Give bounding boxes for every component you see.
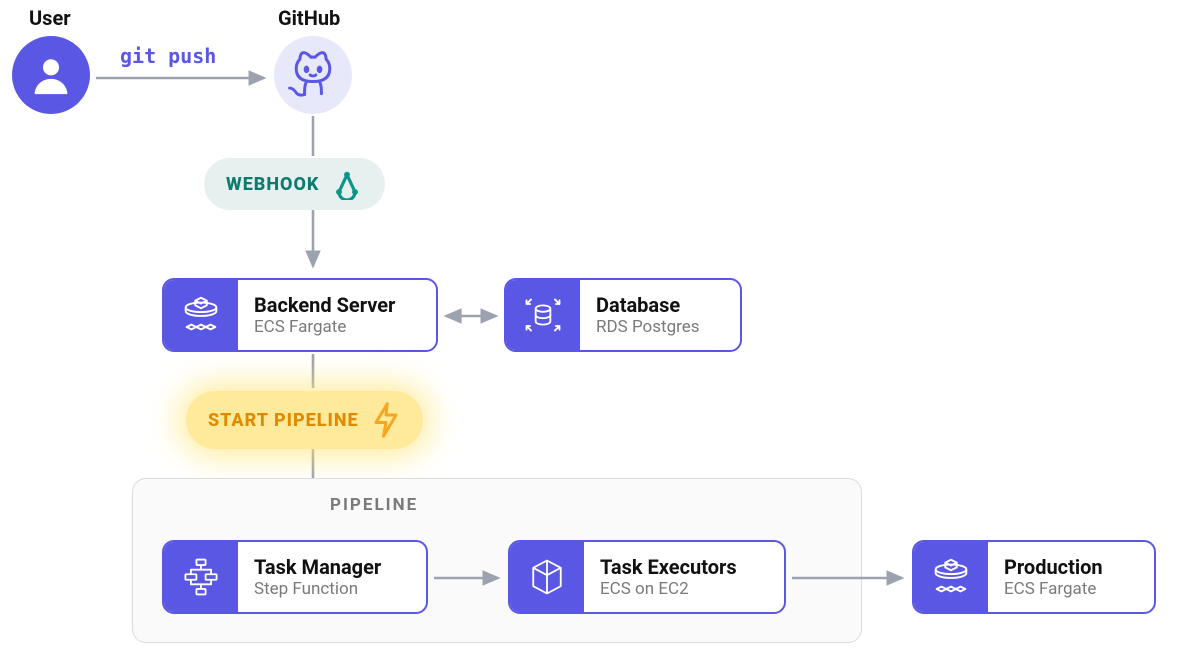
git-push-label: git push bbox=[120, 44, 216, 68]
backend-server-card: Backend Server ECS Fargate bbox=[162, 278, 438, 352]
user-icon bbox=[28, 52, 74, 98]
backend-title: Backend Server bbox=[254, 293, 395, 317]
database-card: Database RDS Postgres bbox=[504, 278, 742, 352]
backend-subtitle: ECS Fargate bbox=[254, 317, 395, 337]
task-manager-subtitle: Step Function bbox=[254, 579, 381, 599]
user-label: User bbox=[29, 6, 71, 30]
github-avatar bbox=[274, 36, 352, 114]
webhook-pill: WEBHOOK bbox=[204, 158, 385, 210]
task-manager-title: Task Manager bbox=[254, 555, 381, 579]
rds-icon bbox=[521, 293, 565, 337]
database-subtitle: RDS Postgres bbox=[596, 317, 700, 337]
step-function-icon bbox=[179, 555, 223, 599]
bolt-icon bbox=[371, 401, 401, 439]
task-executors-subtitle: ECS on EC2 bbox=[600, 579, 737, 599]
production-card: Production ECS Fargate bbox=[912, 540, 1156, 614]
start-pipeline-label: START PIPELINE bbox=[208, 410, 359, 431]
ecs-fargate-icon bbox=[178, 292, 224, 338]
user-avatar bbox=[12, 36, 90, 114]
database-title: Database bbox=[596, 293, 700, 317]
task-executors-title: Task Executors bbox=[600, 555, 737, 579]
pipeline-group-label: PIPELINE bbox=[330, 495, 418, 515]
webhook-icon bbox=[331, 168, 363, 200]
github-label: GitHub bbox=[278, 6, 340, 30]
ecs-ec2-icon bbox=[525, 555, 569, 599]
task-manager-card: Task Manager Step Function bbox=[162, 540, 428, 614]
production-subtitle: ECS Fargate bbox=[1004, 579, 1103, 599]
github-icon bbox=[283, 47, 343, 103]
production-title: Production bbox=[1004, 555, 1103, 579]
ecs-fargate-icon bbox=[928, 554, 974, 600]
start-pipeline-pill: START PIPELINE bbox=[186, 391, 423, 449]
task-executors-card: Task Executors ECS on EC2 bbox=[508, 540, 786, 614]
webhook-label: WEBHOOK bbox=[226, 174, 319, 195]
